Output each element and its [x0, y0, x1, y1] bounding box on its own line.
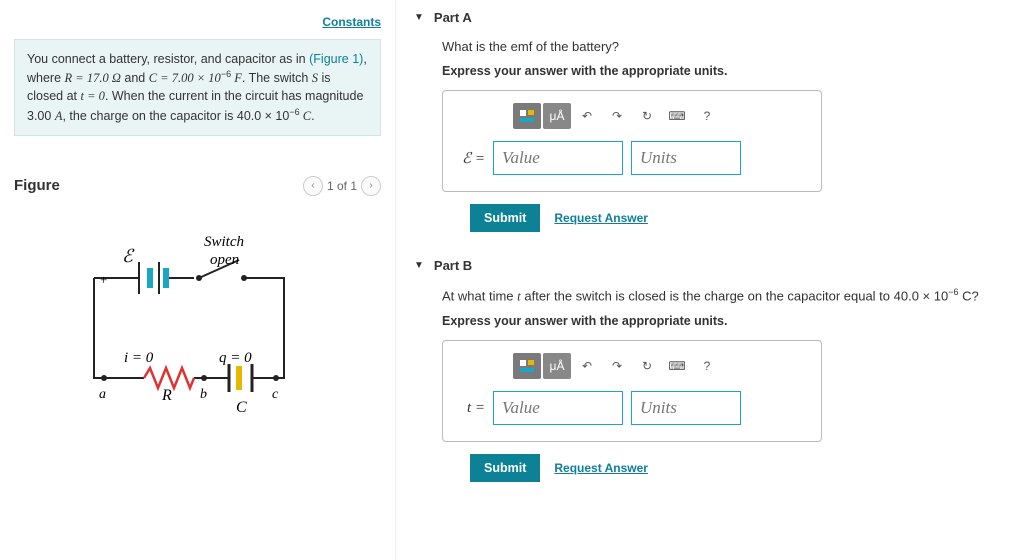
mu-a-button[interactable]: μÅ: [543, 103, 571, 129]
R-label: R: [161, 387, 172, 404]
keyboard-icon[interactable]: ⌨: [663, 353, 691, 379]
part-b-question: At what time t after the switch is close…: [442, 287, 1006, 304]
circuit-figure: ℰ + Switch open i = 0 q = 0 a b c R C: [14, 208, 381, 431]
C-label: C: [236, 399, 247, 416]
part-b-var: t =: [457, 400, 485, 417]
collapse-icon[interactable]: ▼: [414, 12, 424, 23]
part-b-units-input[interactable]: [631, 391, 741, 425]
keyboard-icon[interactable]: ⌨: [663, 103, 691, 129]
text: , the charge on the capacitor is 40.0 × …: [62, 109, 289, 123]
text: C = 7.00 × 10: [149, 71, 221, 85]
text: F: [231, 71, 242, 85]
pager-next-button[interactable]: ›: [361, 176, 381, 196]
text: . The switch: [242, 71, 312, 85]
problem-statement: You connect a battery, resistor, and cap…: [14, 39, 381, 136]
part-a-question: What is the emf of the battery?: [442, 39, 1006, 54]
mu-a-button[interactable]: μÅ: [543, 353, 571, 379]
collapse-icon[interactable]: ▼: [414, 260, 424, 271]
part-a-units-input[interactable]: [631, 141, 741, 175]
q0-label: q = 0: [219, 350, 252, 366]
text: −6: [289, 107, 299, 117]
plus-label: +: [100, 272, 107, 287]
template-icon[interactable]: [513, 103, 541, 129]
figure-pager: ‹ 1 of 1 ›: [303, 176, 381, 196]
text: C?: [958, 288, 978, 303]
part-b-value-input[interactable]: [493, 391, 623, 425]
open-label: open: [210, 252, 239, 268]
constants-link[interactable]: Constants: [322, 15, 381, 29]
text: t = 0: [81, 89, 105, 103]
node-c: c: [272, 387, 279, 402]
pager-prev-button[interactable]: ‹: [303, 176, 323, 196]
part-a-instruct: Express your answer with the appropriate…: [442, 64, 1006, 78]
text: R = 17.0 Ω: [65, 71, 121, 85]
text: after the switch is closed is the charge…: [521, 288, 948, 303]
node-a: a: [99, 387, 106, 402]
part-a-answer-box: μÅ ↶ ↷ ↻ ⌨ ? ℰ =: [442, 90, 822, 192]
figure-heading: Figure: [14, 177, 60, 194]
text: You connect a battery, resistor, and cap…: [27, 52, 306, 66]
help-icon[interactable]: ?: [693, 353, 721, 379]
template-icon[interactable]: [513, 353, 541, 379]
text: and: [121, 71, 149, 85]
part-b-instruct: Express your answer with the appropriate…: [442, 314, 1006, 328]
part-b-answer-box: μÅ ↶ ↷ ↻ ⌨ ? t =: [442, 340, 822, 442]
text: .: [311, 109, 314, 123]
text: −6: [948, 287, 958, 297]
redo-icon[interactable]: ↷: [603, 353, 631, 379]
part-a-title: Part A: [434, 10, 472, 25]
part-b-title: Part B: [434, 258, 472, 273]
part-a-value-input[interactable]: [493, 141, 623, 175]
text: At what time: [442, 288, 517, 303]
emf-label: ℰ: [122, 246, 135, 266]
figure-link[interactable]: (Figure 1): [309, 52, 363, 66]
part-a-var: ℰ =: [457, 149, 485, 168]
help-icon[interactable]: ?: [693, 103, 721, 129]
switch-label: Switch: [204, 234, 244, 250]
undo-icon[interactable]: ↶: [573, 103, 601, 129]
node-b: b: [200, 387, 207, 402]
text: −6: [221, 69, 231, 79]
reset-icon[interactable]: ↻: [633, 353, 661, 379]
part-b: ▼ Part B At what time t after the switch…: [414, 258, 1006, 482]
part-a-request-answer-link[interactable]: Request Answer: [554, 211, 648, 225]
redo-icon[interactable]: ↷: [603, 103, 631, 129]
undo-icon[interactable]: ↶: [573, 353, 601, 379]
reset-icon[interactable]: ↻: [633, 103, 661, 129]
i0-label: i = 0: [124, 350, 154, 366]
part-b-submit-button[interactable]: Submit: [470, 454, 540, 482]
part-a-submit-button[interactable]: Submit: [470, 204, 540, 232]
text: C: [300, 109, 311, 123]
pager-text: 1 of 1: [327, 179, 357, 193]
part-b-request-answer-link[interactable]: Request Answer: [554, 461, 648, 475]
part-a: ▼ Part A What is the emf of the battery?…: [414, 10, 1006, 232]
